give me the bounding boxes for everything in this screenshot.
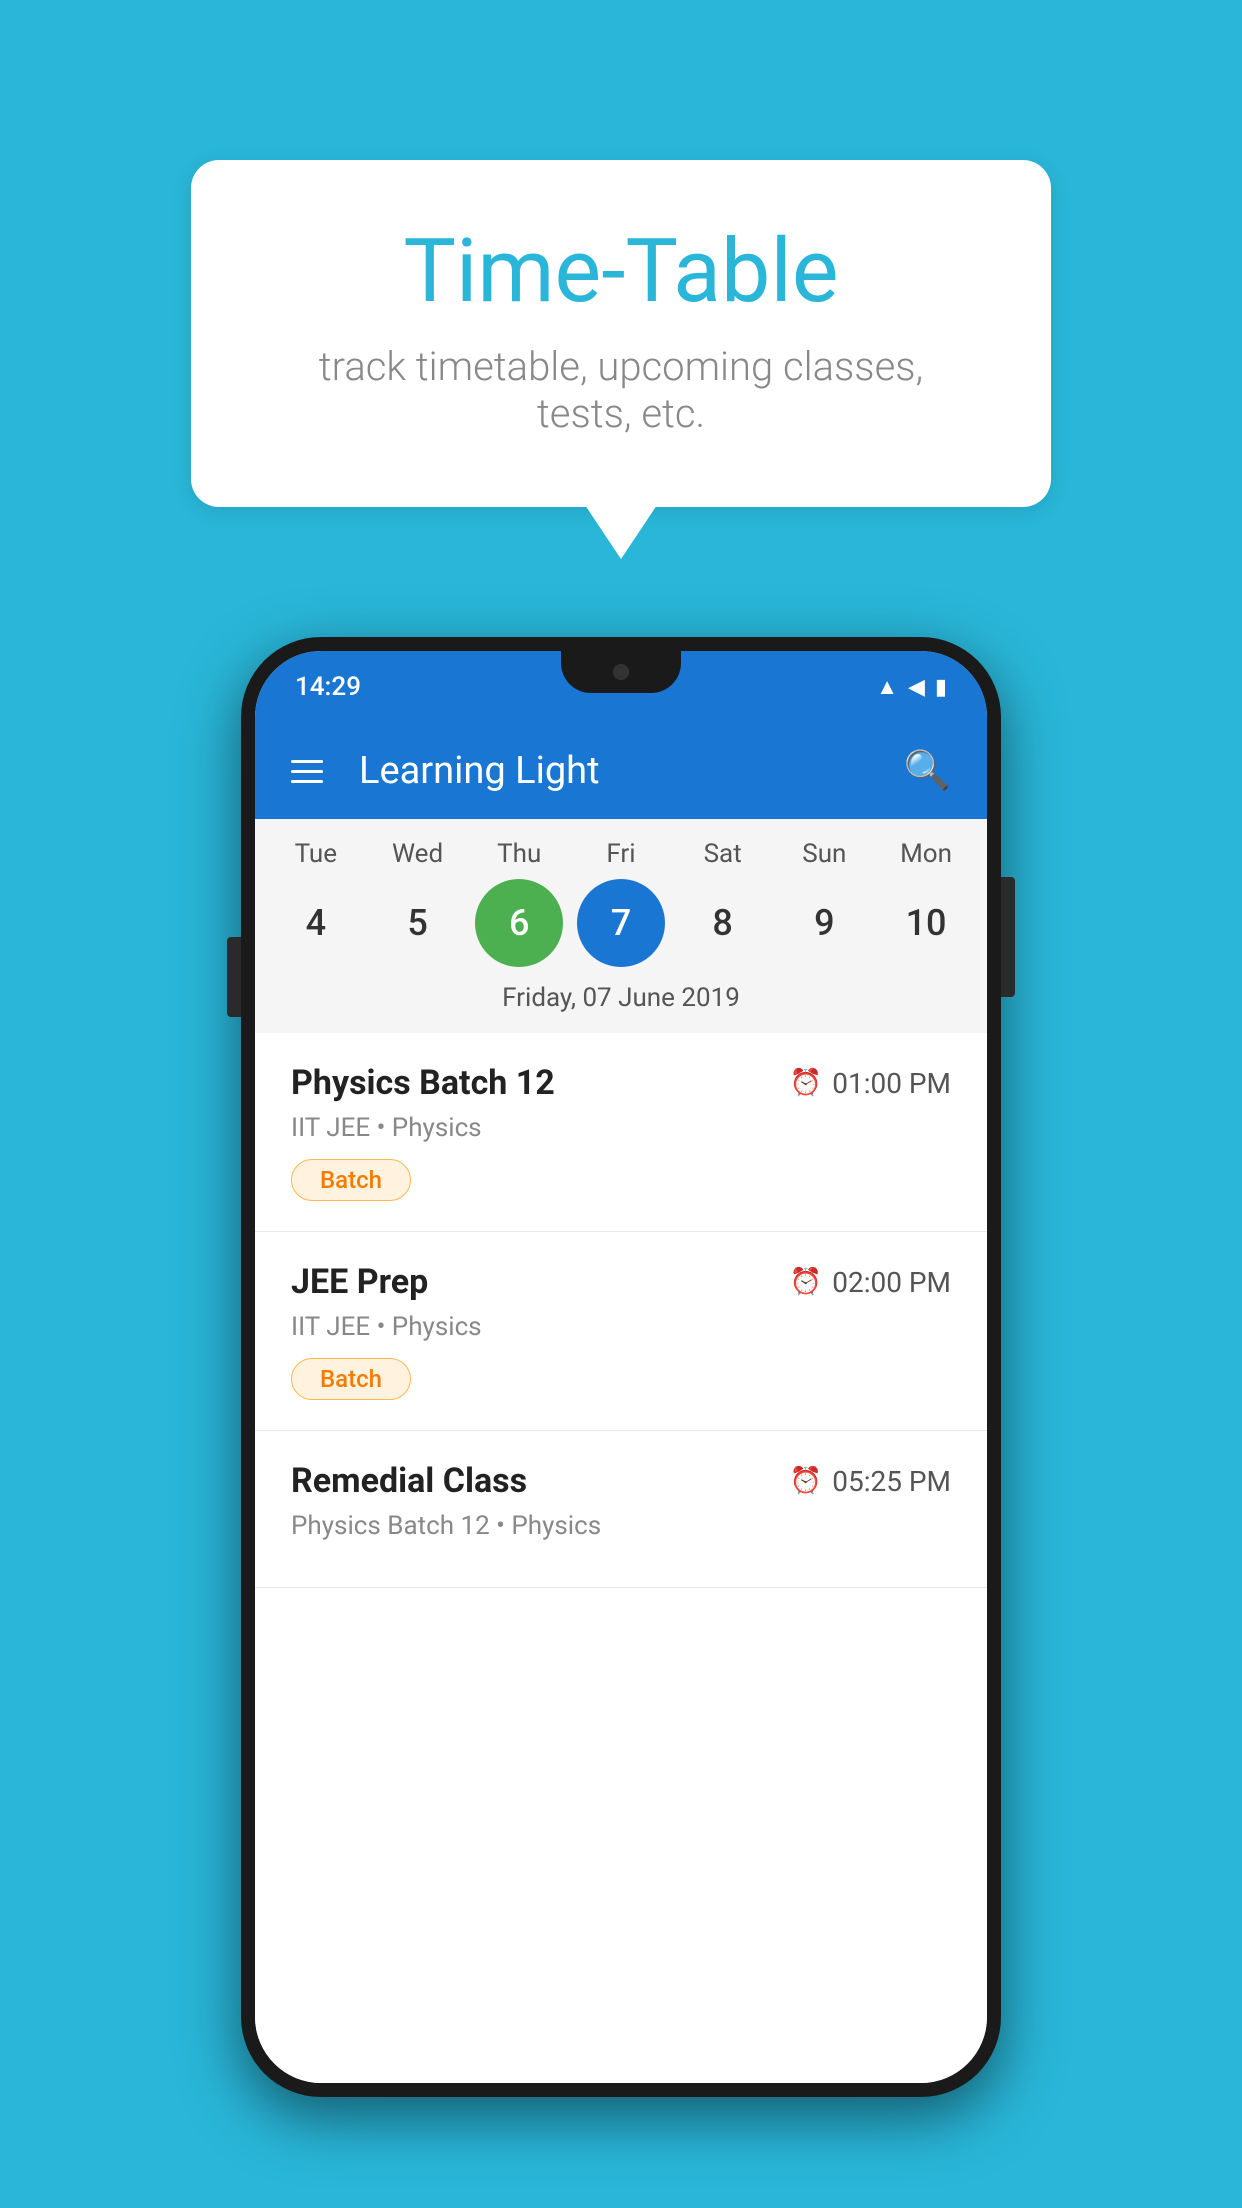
day-name-fri: Fri	[577, 839, 665, 869]
day-name-sun: Sun	[780, 839, 868, 869]
phone-screen: 14:29 ▲ ◀ ▮ Learning Light 🔍	[255, 651, 987, 2083]
day-number-6[interactable]: 6	[475, 879, 563, 967]
speech-bubble-container: Time-Table track timetable, upcoming cla…	[0, 160, 1242, 507]
item-header-1: JEE Prep ⏰ 02:00 PM	[291, 1262, 951, 1302]
item-title-2: Remedial Class	[291, 1461, 527, 1501]
item-subtitle-2: Physics Batch 12 • Physics	[291, 1511, 951, 1541]
search-icon[interactable]: 🔍	[904, 749, 951, 793]
menu-icon[interactable]	[291, 760, 323, 783]
item-subtitle-0: IIT JEE • Physics	[291, 1113, 951, 1143]
clock-icon: ⏰	[790, 1068, 822, 1098]
item-time-0: ⏰ 01:00 PM	[790, 1067, 951, 1100]
bubble-subtitle: track timetable, upcoming classes, tests…	[271, 343, 971, 437]
schedule-item-2[interactable]: Remedial Class ⏰ 05:25 PM Physics Batch 12…	[255, 1431, 987, 1588]
schedule-item-0[interactable]: Physics Batch 12 ⏰ 01:00 PM IIT JEE • Phys…	[255, 1033, 987, 1232]
schedule-item-1[interactable]: JEE Prep ⏰ 02:00 PM IIT JEE • Physics Batch	[255, 1232, 987, 1431]
clock-icon: ⏰	[790, 1267, 822, 1297]
phone-mockup: 14:29 ▲ ◀ ▮ Learning Light 🔍	[241, 637, 1001, 2097]
status-time: 14:29	[295, 672, 361, 702]
day-name-sat: Sat	[679, 839, 767, 869]
schedule-list: Physics Batch 12 ⏰ 01:00 PM IIT JEE • Phys…	[255, 1033, 987, 2083]
calendar-strip: Tue Wed Thu Fri Sat Sun Mon 45678910 Friday, 0…	[255, 819, 987, 1033]
clock-icon: ⏰	[790, 1466, 822, 1496]
item-title-0: Physics Batch 12	[291, 1063, 555, 1103]
day-name-wed: Wed	[374, 839, 462, 869]
app-bar: Learning Light 🔍	[255, 723, 987, 819]
camera-dot	[613, 664, 629, 680]
status-icons: ▲ ◀ ▮	[876, 674, 947, 700]
day-names-row: Tue Wed Thu Fri Sat Sun Mon	[255, 839, 987, 869]
status-bar: 14:29 ▲ ◀ ▮	[255, 651, 987, 723]
day-name-thu: Thu	[475, 839, 563, 869]
signal-icon: ◀	[908, 675, 925, 700]
day-name-tue: Tue	[272, 839, 360, 869]
bubble-title: Time-Table	[271, 220, 971, 323]
item-time-2: ⏰ 05:25 PM	[790, 1465, 951, 1498]
item-time-1: ⏰ 02:00 PM	[790, 1266, 951, 1299]
phone-notch	[561, 651, 681, 693]
item-header-2: Remedial Class ⏰ 05:25 PM	[291, 1461, 951, 1501]
day-numbers-row: 45678910	[255, 879, 987, 967]
item-header-0: Physics Batch 12 ⏰ 01:00 PM	[291, 1063, 951, 1103]
day-number-4[interactable]: 4	[272, 879, 360, 967]
day-number-7[interactable]: 7	[577, 879, 665, 967]
batch-badge-0: Batch	[291, 1159, 411, 1201]
wifi-icon: ▲	[876, 674, 898, 700]
app-title: Learning Light	[359, 749, 904, 793]
day-number-8[interactable]: 8	[679, 879, 767, 967]
day-number-5[interactable]: 5	[374, 879, 462, 967]
day-number-10[interactable]: 10	[882, 879, 970, 967]
item-title-1: JEE Prep	[291, 1262, 428, 1302]
batch-badge-1: Batch	[291, 1358, 411, 1400]
item-subtitle-1: IIT JEE • Physics	[291, 1312, 951, 1342]
day-number-9[interactable]: 9	[780, 879, 868, 967]
battery-icon: ▮	[935, 675, 947, 700]
day-name-mon: Mon	[882, 839, 970, 869]
speech-bubble: Time-Table track timetable, upcoming cla…	[191, 160, 1051, 507]
selected-date-label: Friday, 07 June 2019	[255, 967, 987, 1033]
phone-frame: 14:29 ▲ ◀ ▮ Learning Light 🔍	[241, 637, 1001, 2097]
